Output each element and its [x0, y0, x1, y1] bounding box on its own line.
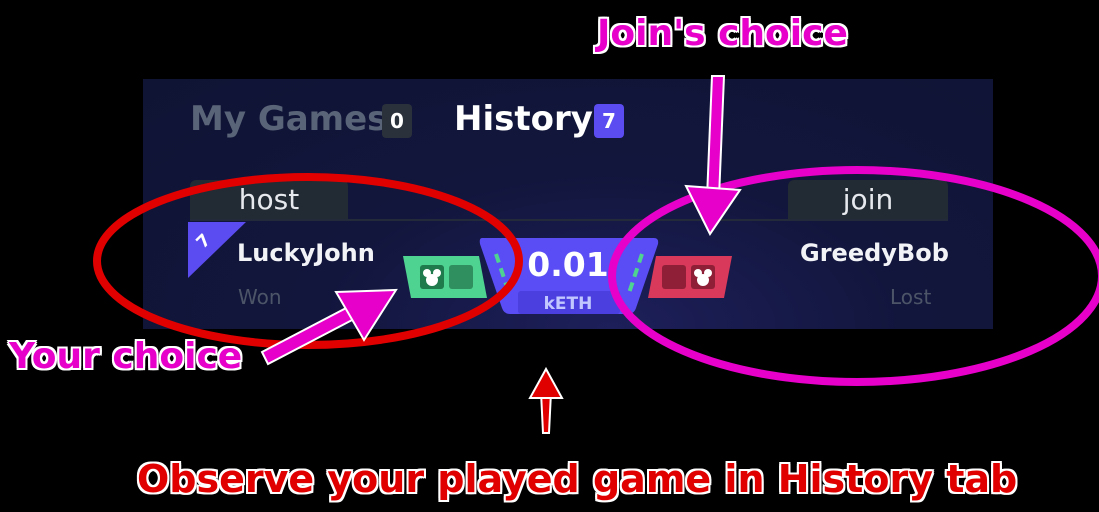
- join-highlight-ellipse: [608, 166, 1099, 386]
- annotation-join-choice: Join's choice: [597, 13, 849, 55]
- annotation-observe-history: Observe your played game in History tab: [136, 457, 1018, 502]
- host-highlight-ellipse: [93, 173, 523, 349]
- arrow-to-your-choice-icon: [260, 288, 398, 366]
- annotation-your-choice: Your choice: [8, 336, 243, 378]
- annotation-overlay: [93, 75, 1099, 434]
- arrow-to-join-choice-icon: [684, 75, 742, 236]
- arrow-up-icon: [528, 366, 564, 434]
